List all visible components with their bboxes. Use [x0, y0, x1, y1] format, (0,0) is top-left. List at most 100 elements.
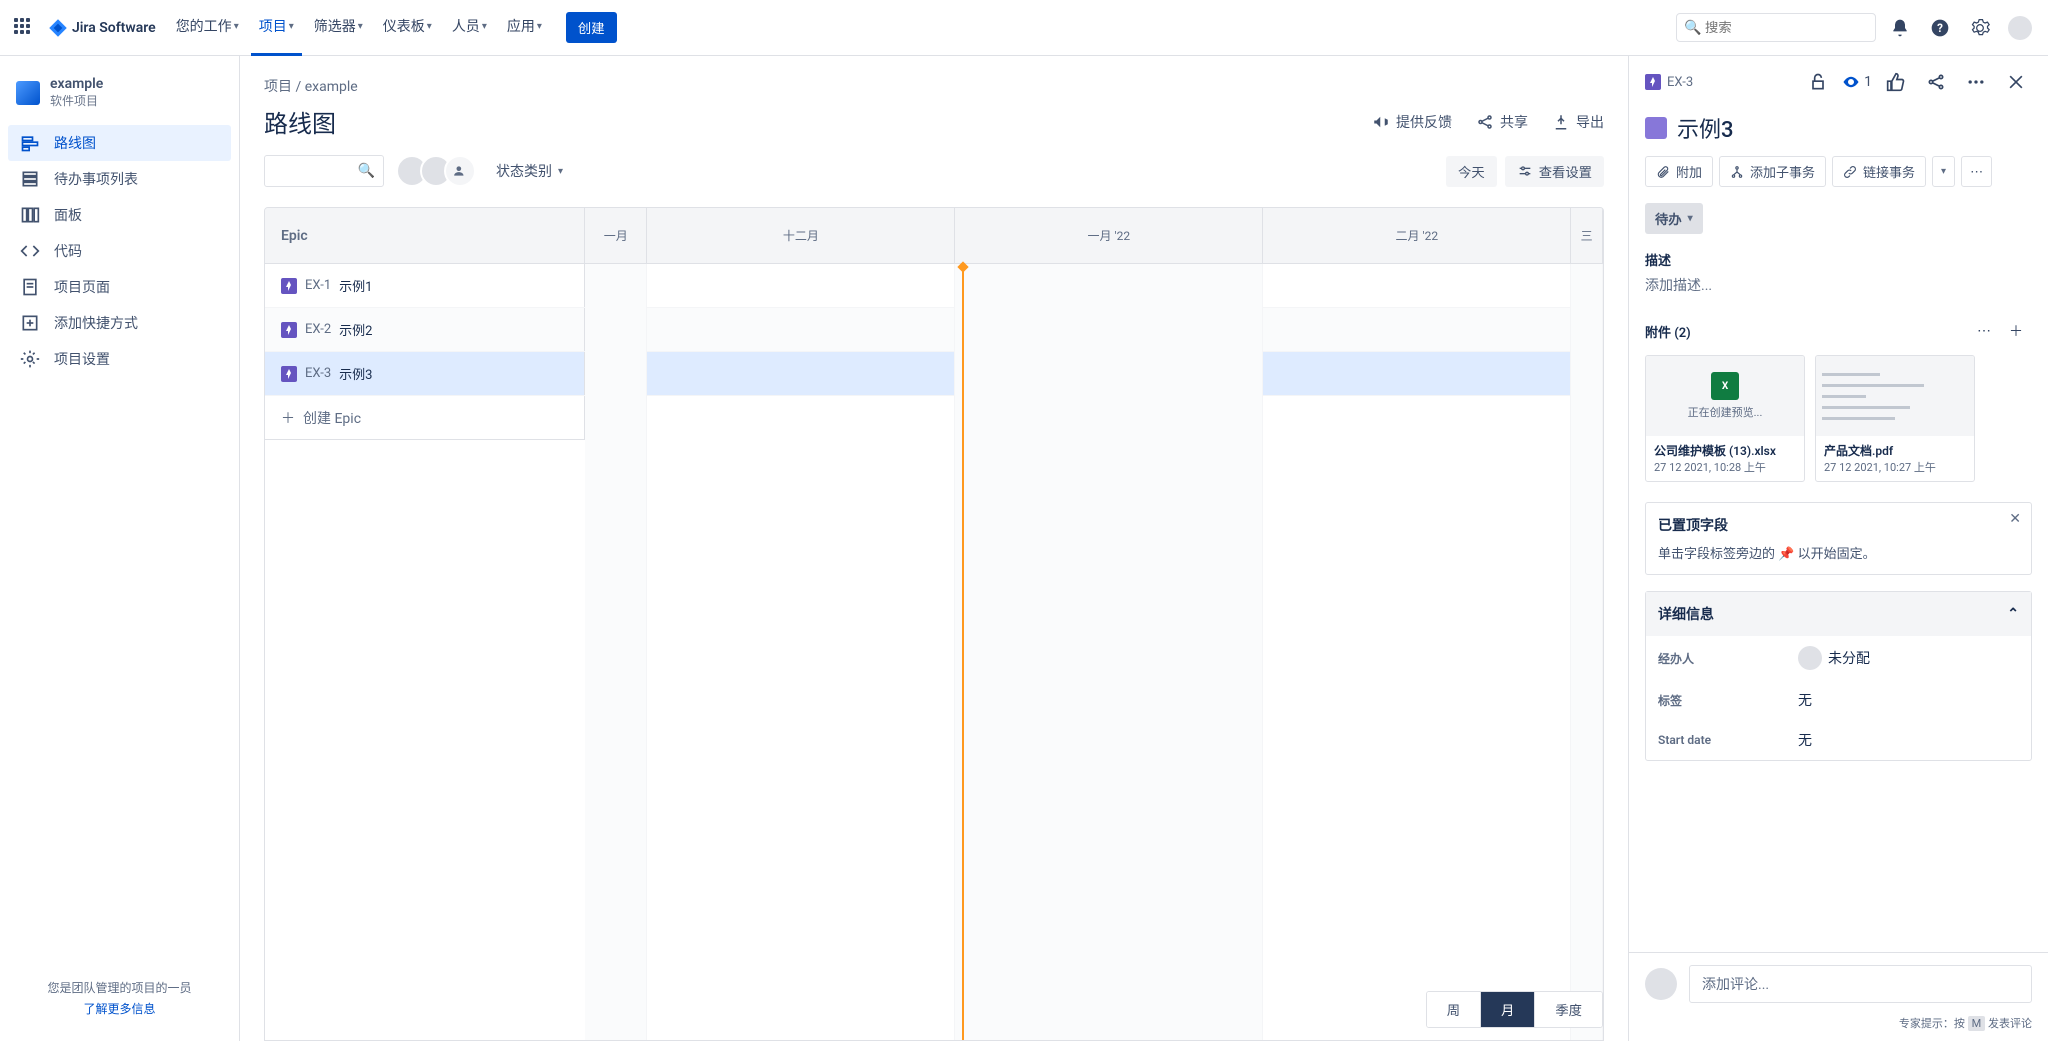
status-dropdown[interactable]: 待办▾	[1645, 203, 1703, 234]
pinned-title: 已置顶字段	[1658, 515, 2019, 535]
app-switcher-icon[interactable]	[12, 16, 36, 40]
attachment-card[interactable]: X正在创建预览... 公司维护模板 (13).xlsx27 12 2021, 1…	[1645, 355, 1805, 482]
nav-items: 您的工作▾ 项目▾ 筛选器▾ 仪表板▾ 人员▾ 应用▾	[168, 0, 550, 56]
labels-field[interactable]: 标签 无	[1646, 680, 2031, 720]
close-icon[interactable]: ✕	[2009, 511, 2021, 527]
status-filter[interactable]: 状态类别 ▾	[488, 155, 571, 187]
link-issue-button[interactable]: 链接事务	[1832, 156, 1926, 187]
sidebar-pages[interactable]: 项目页面	[8, 269, 231, 305]
settings-icon[interactable]	[1964, 12, 1996, 44]
settings-icon	[20, 349, 40, 369]
chevron-down-icon: ▾	[482, 21, 487, 32]
sidebar-board[interactable]: 面板	[8, 197, 231, 233]
epic-row[interactable]: EX-1 示例1	[265, 264, 1603, 308]
top-nav: Jira Software 您的工作▾ 项目▾ 筛选器▾ 仪表板▾ 人员▾ 应用…	[0, 0, 2048, 56]
issue-key-link[interactable]: EX-3	[1645, 74, 1693, 90]
month-label: 一月	[585, 208, 647, 263]
description-input[interactable]: 添加描述...	[1629, 275, 2048, 315]
sidebar-footer: 您是团队管理的项目的一员 了解更多信息	[8, 971, 231, 1025]
zoom-week[interactable]: 周	[1427, 992, 1481, 1027]
breadcrumb-current[interactable]: example	[305, 79, 358, 95]
comment-input[interactable]: 添加评论...	[1689, 965, 2032, 1003]
jira-icon	[48, 18, 68, 38]
roadmap-search[interactable]: 🔍	[264, 155, 384, 187]
nav-filters[interactable]: 筛选器▾	[306, 0, 371, 56]
share-icon[interactable]	[1920, 66, 1952, 98]
issue-title[interactable]: 示例3	[1677, 112, 1734, 144]
add-assignee-button[interactable]	[444, 155, 476, 187]
epic-title: 示例2	[339, 320, 372, 339]
nav-dashboards[interactable]: 仪表板▾	[375, 0, 440, 56]
issue-detail-panel: EX-3 1 示例3 附加 添加子事务 链接事务	[1628, 56, 2048, 1041]
project-header[interactable]: example 软件项目	[8, 72, 231, 125]
view-settings-button[interactable]: 查看设置	[1505, 156, 1604, 187]
start-date-field[interactable]: Start date 无	[1646, 720, 2031, 760]
assignee-field[interactable]: 经办人 未分配	[1646, 636, 2031, 680]
details-toggle[interactable]: 详细信息 ⌃	[1646, 592, 2031, 636]
profile-avatar[interactable]	[2004, 12, 2036, 44]
month-label: 二月 '22	[1263, 208, 1571, 263]
project-name: example	[50, 76, 103, 92]
nav-apps[interactable]: 应用▾	[499, 0, 550, 56]
zoom-quarter[interactable]: 季度	[1535, 992, 1602, 1027]
link-dropdown[interactable]: ▾	[1932, 156, 1955, 187]
plus-icon: ＋	[281, 408, 295, 428]
share-button[interactable]: 共享	[1476, 112, 1528, 132]
today-button[interactable]: 今天	[1446, 156, 1497, 187]
jira-logo[interactable]: Jira Software	[48, 18, 156, 38]
attachment-card[interactable]: 产品文档.pdf27 12 2021, 10:27 上午	[1815, 355, 1975, 482]
sidebar-project-settings[interactable]: 项目设置	[8, 341, 231, 377]
zoom-month[interactable]: 月	[1481, 992, 1535, 1027]
more-actions[interactable]: ⋯	[1961, 156, 1992, 187]
epic-icon	[281, 278, 297, 294]
add-child-button[interactable]: 添加子事务	[1719, 156, 1826, 187]
feedback-button[interactable]: 提供反馈	[1372, 112, 1452, 132]
export-button[interactable]: 导出	[1552, 112, 1604, 132]
sidebar-add-shortcut[interactable]: 添加快捷方式	[8, 305, 231, 341]
attach-button[interactable]: 附加	[1645, 156, 1713, 187]
comment-hint: 专家提示：按 M 发表评论	[1629, 1015, 2048, 1041]
epic-color-swatch[interactable]	[1645, 117, 1667, 139]
hierarchy-icon	[1730, 165, 1744, 179]
chevron-down-icon: ▾	[1688, 213, 1693, 224]
epic-key: EX-1	[305, 278, 331, 293]
details-section: 详细信息 ⌃ 经办人 未分配 标签 无 Start date 无	[1645, 591, 2032, 761]
watch-button[interactable]: 1	[1842, 73, 1872, 91]
global-search: 🔍	[1676, 13, 1876, 42]
breadcrumb: 项目 / example	[264, 76, 1604, 96]
search-input[interactable]	[1676, 13, 1876, 42]
pinned-hint: 单击字段标签旁边的 📌 以开始固定。	[1658, 543, 2019, 562]
sidebar-code[interactable]: 代码	[8, 233, 231, 269]
notifications-icon[interactable]	[1884, 12, 1916, 44]
breadcrumb-root[interactable]: 项目	[264, 79, 292, 95]
chevron-down-icon: ▾	[358, 21, 363, 32]
project-icon	[16, 81, 40, 105]
epic-row-selected[interactable]: EX-3 示例3	[265, 352, 1603, 396]
sidebar-backlog[interactable]: 待办事项列表	[8, 161, 231, 197]
like-icon[interactable]	[1880, 66, 1912, 98]
sliders-icon	[1517, 163, 1533, 179]
export-icon	[1552, 113, 1570, 131]
create-epic-button[interactable]: ＋ 创建 Epic	[265, 396, 585, 440]
zoom-control: 周 月 季度	[1426, 991, 1603, 1028]
project-type: 软件项目	[50, 92, 103, 109]
board-icon	[20, 205, 40, 225]
lock-icon[interactable]	[1802, 66, 1834, 98]
nav-people[interactable]: 人员▾	[444, 0, 495, 56]
help-icon[interactable]: ?	[1924, 12, 1956, 44]
more-icon[interactable]	[1960, 66, 1992, 98]
month-label: 一月 '22	[955, 208, 1263, 263]
close-icon[interactable]	[2000, 66, 2032, 98]
add-attachment-icon[interactable]: ＋	[2000, 315, 2032, 347]
attachments-more-icon[interactable]: ⋯	[1968, 315, 2000, 347]
search-icon: 🔍	[1684, 20, 1701, 36]
timeline-header: 一月 十二月 一月 '22 二月 '22 三	[585, 208, 1603, 263]
sidebar-roadmap[interactable]: 路线图	[8, 125, 231, 161]
epic-row[interactable]: EX-2 示例2	[265, 308, 1603, 352]
megaphone-icon	[1372, 113, 1390, 131]
product-name: Jira Software	[72, 20, 156, 36]
nav-projects[interactable]: 项目▾	[251, 0, 302, 56]
learn-more-link[interactable]: 了解更多信息	[16, 1000, 223, 1017]
create-button[interactable]: 创建	[566, 12, 617, 43]
nav-your-work[interactable]: 您的工作▾	[168, 0, 247, 56]
